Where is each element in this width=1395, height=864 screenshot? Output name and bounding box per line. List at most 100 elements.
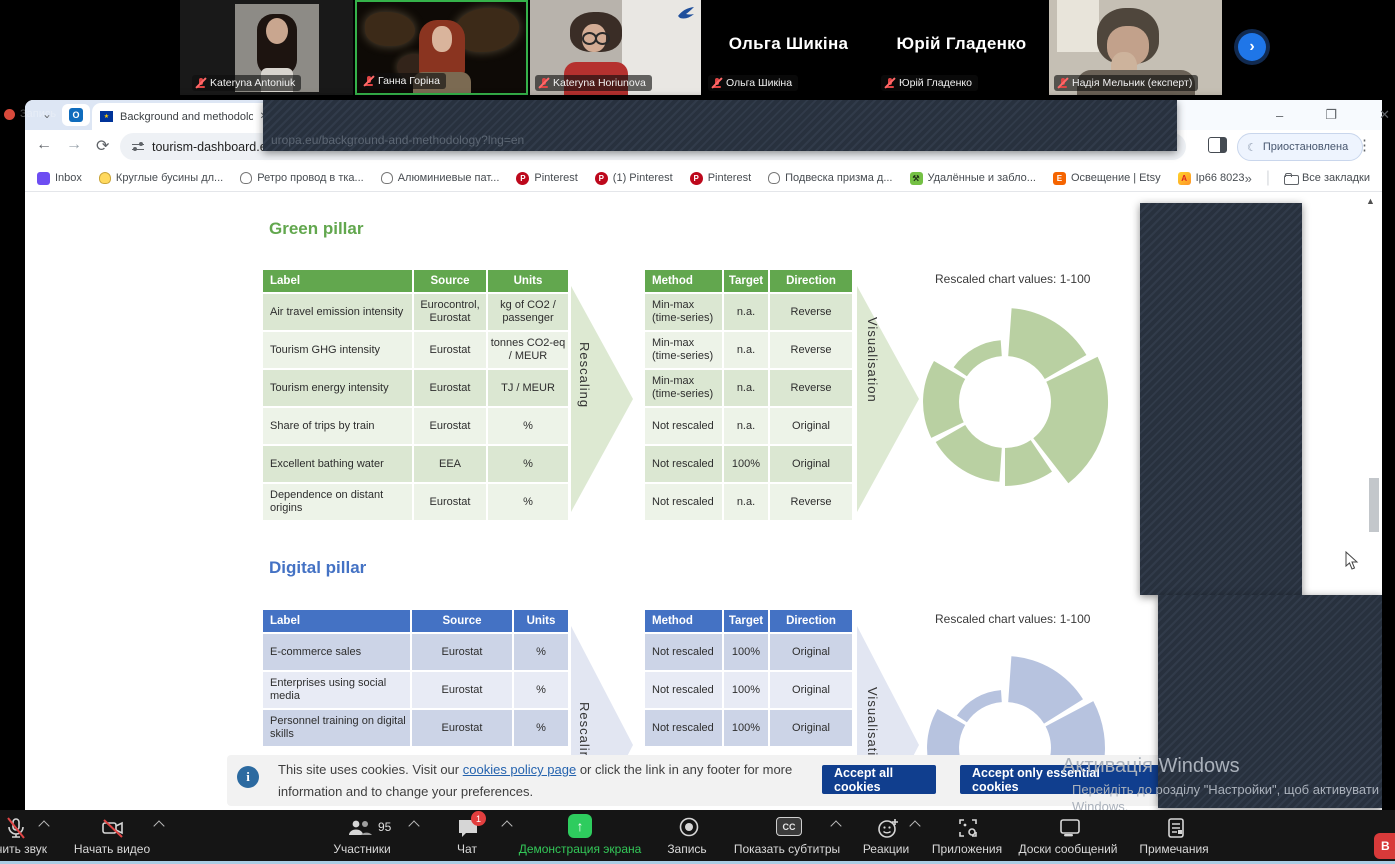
browser-menu-kebab-icon[interactable]: ⋮ bbox=[1357, 136, 1372, 154]
back-icon[interactable]: ← bbox=[36, 136, 52, 154]
participant-tile[interactable]: Надія Мельник (експерт) bbox=[1049, 0, 1222, 95]
bulb-icon bbox=[240, 172, 252, 184]
participant-name: Kateryna Horiunova bbox=[535, 75, 652, 91]
table-cell: Eurostat bbox=[412, 634, 512, 670]
maximize-icon[interactable]: ❐ bbox=[1325, 107, 1337, 123]
share-screen-icon[interactable]: ↑ bbox=[568, 814, 592, 838]
video-button-label[interactable]: Начать видео bbox=[74, 842, 150, 856]
mic-muted-icon bbox=[196, 77, 206, 89]
table-header: Source bbox=[412, 610, 512, 632]
bookmark-item[interactable]: Подвеска призма д... bbox=[768, 172, 892, 184]
table-cell: % bbox=[488, 484, 568, 520]
table-cell: Reverse bbox=[770, 294, 852, 330]
next-participants-button[interactable]: › bbox=[1238, 33, 1266, 61]
windows-activation-watermark: Активація Windows bbox=[1062, 755, 1240, 778]
reload-icon[interactable]: ⟳ bbox=[96, 136, 109, 156]
record-button-label[interactable]: Запись bbox=[667, 842, 706, 856]
apps-icon[interactable] bbox=[956, 816, 980, 840]
table-cell: tonnes CO2-eq / MEUR bbox=[488, 332, 568, 368]
participant-name: Kateryna Antoniuk bbox=[192, 75, 301, 91]
divider: | bbox=[1266, 169, 1270, 187]
pinterest-icon: P bbox=[516, 172, 529, 185]
bulb-icon bbox=[381, 172, 393, 184]
bookmark-item[interactable]: Ретро провод в тка... bbox=[240, 172, 363, 184]
participant-big-name: Ольга Шикіна bbox=[703, 34, 874, 54]
table-cell: Share of trips by train bbox=[263, 408, 412, 444]
participants-button-label[interactable]: Участники bbox=[333, 842, 390, 856]
mute-button-label[interactable]: Включить звук bbox=[0, 842, 47, 856]
camera-off-icon[interactable] bbox=[100, 816, 126, 840]
minimize-icon[interactable]: – bbox=[1276, 108, 1283, 123]
table-cell: Enterprises using social media bbox=[263, 672, 410, 708]
mic-muted-icon bbox=[712, 77, 722, 89]
whiteboards-button-label[interactable]: Доски сообщений bbox=[1018, 842, 1117, 856]
chat-button-label[interactable]: Чат bbox=[457, 842, 477, 856]
notes-button-label[interactable]: Примечания bbox=[1139, 842, 1208, 856]
bookmark-item[interactable]: EОсвещение | Etsy bbox=[1053, 172, 1161, 185]
participant-tile[interactable]: Ольга Шикіна Ольга Шикіна bbox=[703, 0, 874, 95]
outlook-icon: O bbox=[69, 108, 83, 122]
pinterest-icon: P bbox=[690, 172, 703, 185]
participant-tile-active-speaker[interactable]: Ганна Горіна bbox=[355, 0, 528, 95]
captions-icon[interactable]: CC bbox=[776, 817, 802, 836]
bookmark-item[interactable]: Круглые бусины дл... bbox=[99, 172, 223, 184]
participant-tile[interactable]: Kateryna Antoniuk bbox=[180, 0, 353, 95]
pinned-tab-outlook[interactable]: O bbox=[62, 104, 90, 126]
participant-tile[interactable]: Kateryna Horiunova bbox=[530, 0, 701, 95]
forward-icon[interactable]: → bbox=[66, 136, 82, 154]
table-cell: 100% bbox=[724, 634, 768, 670]
scrollbar-thumb[interactable] bbox=[1369, 478, 1379, 532]
table-cell: Eurostat bbox=[414, 332, 486, 368]
whiteboards-icon[interactable] bbox=[1058, 816, 1082, 840]
participant-tile[interactable]: Юрій Гладенко Юрій Гладенко bbox=[876, 0, 1047, 95]
participant-name: Надія Мельник (експерт) bbox=[1054, 75, 1198, 91]
site-info-icon[interactable] bbox=[132, 142, 144, 152]
chat-badge: 1 bbox=[471, 811, 486, 826]
cookie-text-line2: information and to change your preferenc… bbox=[278, 784, 533, 799]
green-method-table: MethodTargetDirectionMin-max (time-serie… bbox=[645, 270, 852, 520]
all-bookmarks-button[interactable]: Все закладки bbox=[1284, 172, 1370, 185]
close-icon[interactable]: ✕ bbox=[1379, 107, 1390, 123]
bookmarks-list: Inbox Круглые бусины дл... Ретро провод в … bbox=[37, 172, 1245, 185]
video-strip: Kateryna Antoniuk Ганна Горіна Kateryna … bbox=[0, 0, 1395, 95]
cookies-policy-link[interactable]: cookies policy page bbox=[463, 762, 576, 777]
table-cell: Eurostat bbox=[414, 408, 486, 444]
table-cell: Eurostat bbox=[414, 370, 486, 406]
bookmark-item[interactable]: PPinterest bbox=[516, 172, 577, 185]
notes-icon[interactable] bbox=[1164, 816, 1188, 840]
record-icon[interactable] bbox=[678, 816, 700, 838]
bookmark-item[interactable]: Алюминиевые пат... bbox=[381, 172, 500, 184]
table-header: Method bbox=[645, 270, 722, 292]
bookmark-item[interactable]: ⚒Удалённые и забло... bbox=[910, 172, 1036, 185]
table-cell: Original bbox=[770, 672, 852, 708]
table-cell: Min-max (time-series) bbox=[645, 294, 722, 330]
table-cell: Reverse bbox=[770, 332, 852, 368]
mic-muted-icon[interactable] bbox=[4, 816, 28, 840]
scrollbar-up-icon[interactable]: ▲ bbox=[1366, 196, 1375, 206]
apps-button-label[interactable]: Приложения bbox=[932, 842, 1002, 856]
reactions-icon[interactable] bbox=[876, 816, 900, 840]
table-cell: Eurostat bbox=[412, 672, 512, 708]
table-cell: % bbox=[514, 672, 568, 708]
side-panel-icon[interactable] bbox=[1208, 137, 1227, 153]
active-tab[interactable]: ★ Background and methodology ✕ bbox=[92, 103, 276, 130]
participant-name: Ганна Горіна bbox=[360, 73, 446, 89]
table-cell: Original bbox=[770, 634, 852, 670]
bookmark-item[interactable]: AIp66 8023 Smd Chip... bbox=[1178, 172, 1245, 185]
mic-muted-icon bbox=[539, 77, 549, 89]
table-cell: Reverse bbox=[770, 370, 852, 406]
bookmark-item[interactable]: Inbox bbox=[37, 172, 82, 185]
sync-paused-pill[interactable]: ☾ Приостановлена bbox=[1237, 133, 1363, 161]
bookmark-item[interactable]: PPinterest bbox=[690, 172, 751, 185]
bookmark-item[interactable]: P(1) Pinterest bbox=[595, 172, 673, 185]
captions-button-label[interactable]: Показать субтитры bbox=[734, 842, 840, 856]
share-screen-button-label[interactable]: Демонстрация экрана bbox=[519, 842, 642, 856]
reactions-button-label[interactable]: Реакции bbox=[863, 842, 909, 856]
table-cell: Eurostat bbox=[412, 710, 512, 746]
accept-all-cookies-button[interactable]: Accept all cookies bbox=[822, 765, 936, 794]
participants-icon[interactable] bbox=[346, 816, 374, 840]
table-cell: Eurostat bbox=[414, 484, 486, 520]
url-text-obscured: uropa.eu/background-and-methodology?lng=… bbox=[271, 133, 524, 147]
leave-meeting-button[interactable]: В bbox=[1374, 833, 1395, 859]
bookmarks-overflow-icon[interactable]: » bbox=[1245, 171, 1252, 186]
